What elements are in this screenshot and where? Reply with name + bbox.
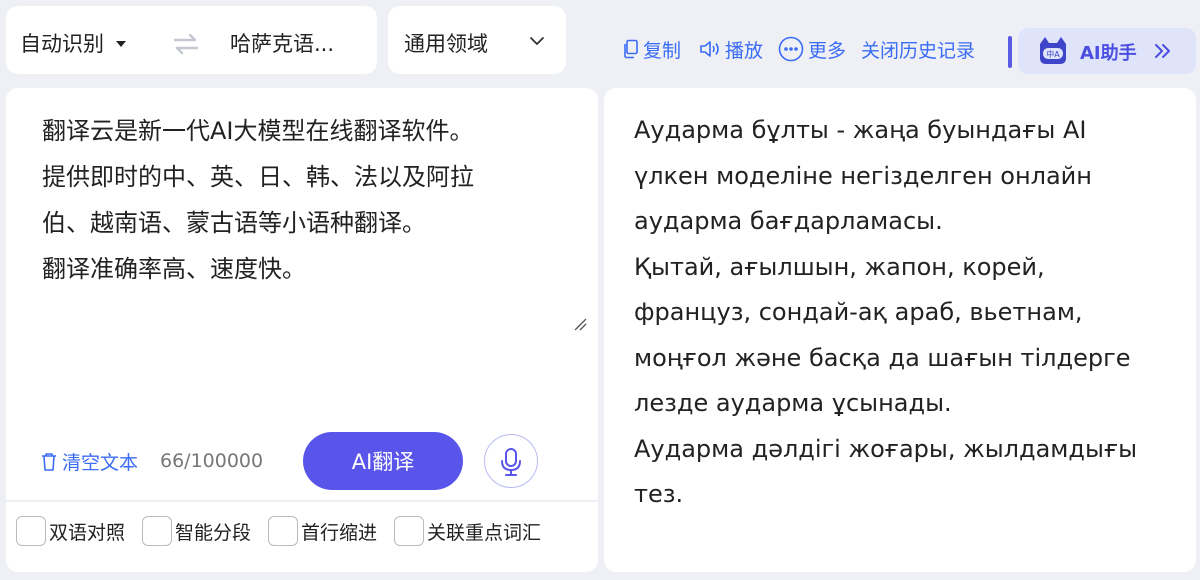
play-label: 播放 xyxy=(725,39,764,62)
language-selector-bar: 自动识别 哈萨克语... xyxy=(6,6,377,74)
options-bar: 双语对照 智能分段 首行缩进 关联重点词汇 xyxy=(6,502,598,572)
first-line-indent-checkbox[interactable] xyxy=(268,516,298,546)
close-history-label: 关闭历史记录 xyxy=(861,39,976,62)
more-icon xyxy=(778,36,804,62)
option-label: 首行缩进 xyxy=(301,521,378,544)
speaker-icon xyxy=(700,41,719,57)
ai-assistant-button[interactable]: 中A AI助手 xyxy=(1018,28,1196,74)
clear-text-button[interactable]: 清空文本 xyxy=(40,448,138,475)
close-history-button[interactable]: 关闭历史记录 xyxy=(861,36,975,62)
source-panel: 翻译云是新一代AI大模型在线翻译软件。 提供即时的中、英、日、韩、法以及阿拉 伯… xyxy=(6,88,598,500)
target-language-select[interactable]: 哈萨克语... xyxy=(230,28,334,58)
swap-languages-icon[interactable] xyxy=(171,32,201,56)
microphone-icon xyxy=(501,448,521,476)
more-button[interactable]: 更多 xyxy=(778,36,846,62)
copy-icon xyxy=(624,39,638,59)
target-panel: Аудармa бұлты - жаңа буындағы AI үлкен м… xyxy=(604,88,1196,572)
ai-assistant-label: AI助手 xyxy=(1080,43,1137,64)
source-language-select[interactable]: 自动识别 xyxy=(20,28,126,58)
caret-down-icon xyxy=(116,41,126,47)
resize-handle-icon[interactable] xyxy=(572,316,588,332)
copy-label: 复制 xyxy=(643,39,682,62)
play-audio-button[interactable]: 播放 xyxy=(699,36,763,62)
domain-label: 通用领域 xyxy=(404,32,488,56)
translation-output: Аудармa бұлты - жаңа буындағы AI үлкен м… xyxy=(634,116,1138,508)
option-first-line-indent[interactable]: 首行缩进 xyxy=(268,516,377,546)
option-bilingual[interactable]: 双语对照 xyxy=(16,516,125,546)
ai-translate-button[interactable]: AI翻译 xyxy=(303,432,463,490)
ai-assistant-logo-icon: 中A xyxy=(1040,37,1066,64)
option-label: 关联重点词汇 xyxy=(427,521,542,544)
toolbar-divider xyxy=(1008,36,1012,68)
char-count: 66/100000 xyxy=(160,450,264,472)
smart-paragraph-checkbox[interactable] xyxy=(142,516,172,546)
option-key-vocabulary[interactable]: 关联重点词汇 xyxy=(394,516,541,546)
domain-selector[interactable]: 通用领域 xyxy=(388,6,566,74)
source-language-label: 自动识别 xyxy=(20,32,104,56)
bilingual-checkbox[interactable] xyxy=(16,516,46,546)
option-smart-paragraph[interactable]: 智能分段 xyxy=(142,516,251,546)
voice-input-button[interactable] xyxy=(484,434,538,488)
svg-text:中A: 中A xyxy=(1046,49,1060,59)
trash-icon xyxy=(42,452,56,471)
double-chevron-right-icon xyxy=(1155,44,1170,58)
option-label: 智能分段 xyxy=(175,521,252,544)
more-label: 更多 xyxy=(808,39,847,62)
source-text-input[interactable]: 翻译云是新一代AI大模型在线翻译软件。 提供即时的中、英、日、韩、法以及阿拉 伯… xyxy=(42,108,572,338)
clear-text-label: 清空文本 xyxy=(62,452,139,474)
option-label: 双语对照 xyxy=(49,521,126,544)
copy-button[interactable]: 复制 xyxy=(623,36,681,62)
key-vocabulary-checkbox[interactable] xyxy=(394,516,424,546)
chevron-down-icon xyxy=(530,37,544,45)
